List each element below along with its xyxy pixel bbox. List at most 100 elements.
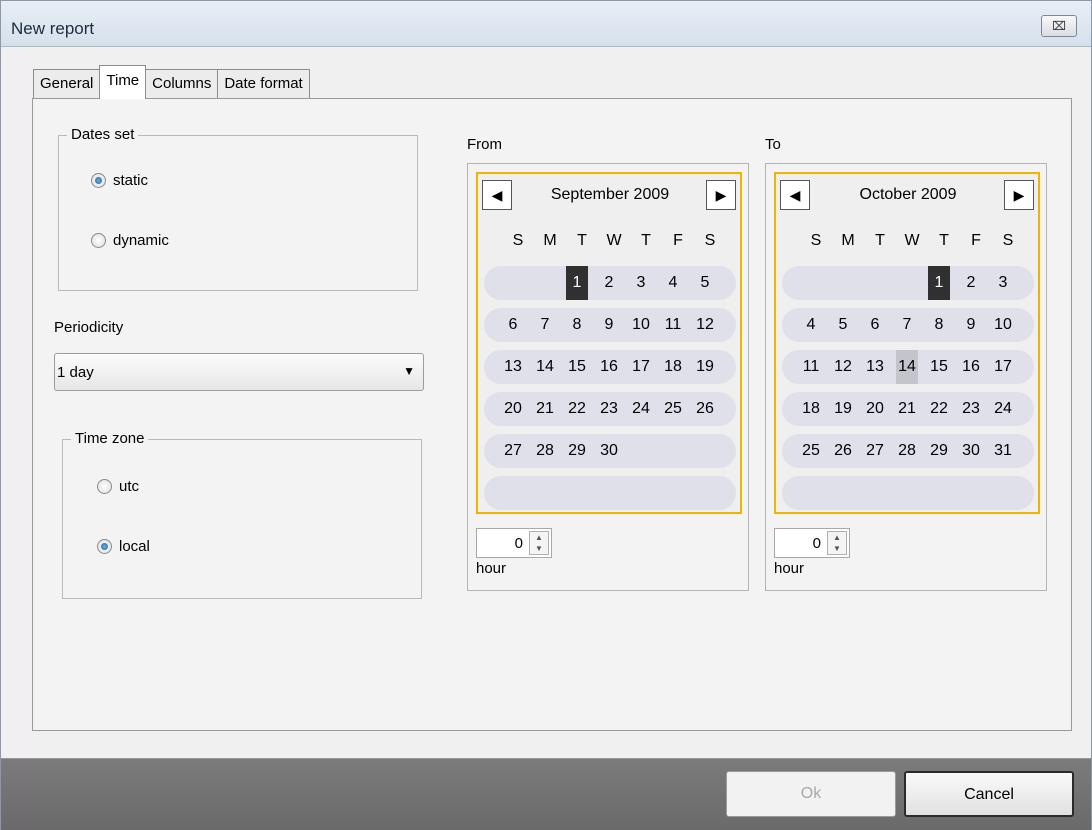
radio-static[interactable]: static: [91, 172, 148, 189]
next-month-icon[interactable]: ▶: [1004, 180, 1034, 210]
calendar-day[interactable]: 1: [566, 266, 588, 300]
weekday-label: S: [512, 232, 524, 249]
calendar-day[interactable]: 29: [561, 434, 593, 468]
calendar-day[interactable]: 13: [859, 350, 891, 384]
calendar-day: [923, 476, 955, 510]
weekday-label: S: [704, 232, 716, 249]
calendar-day[interactable]: 11: [795, 350, 827, 384]
calendar-day[interactable]: 4: [657, 266, 689, 300]
radio-local[interactable]: local: [97, 538, 150, 555]
calendar-day[interactable]: 22: [923, 392, 955, 426]
calendar-day[interactable]: 21: [529, 392, 561, 426]
to-month-title: October 2009: [859, 186, 957, 203]
to-hour-label: hour: [774, 560, 805, 577]
calendar-day[interactable]: 10: [625, 308, 657, 342]
from-hour-spinner[interactable]: 0 ▲ ▼: [476, 528, 552, 558]
calendar-day[interactable]: 17: [987, 350, 1019, 384]
calendar-day[interactable]: 26: [827, 434, 859, 468]
radio-button-selected-icon[interactable]: [97, 539, 112, 554]
calendar-day[interactable]: 27: [497, 434, 529, 468]
calendar-day[interactable]: 28: [529, 434, 561, 468]
calendar-day[interactable]: 24: [625, 392, 657, 426]
calendar-day[interactable]: 4: [795, 308, 827, 342]
calendar-day[interactable]: 20: [859, 392, 891, 426]
radio-dynamic[interactable]: dynamic: [91, 232, 169, 249]
calendar-day: [955, 476, 987, 510]
calendar-day[interactable]: 22: [561, 392, 593, 426]
calendar-day[interactable]: 2: [955, 266, 987, 300]
calendar-day[interactable]: 9: [955, 308, 987, 342]
calendar-day[interactable]: 30: [593, 434, 625, 468]
weekday-label: T: [641, 232, 651, 249]
weekday-label: T: [939, 232, 949, 249]
tab-date-format[interactable]: Date format: [217, 69, 310, 99]
calendar-day[interactable]: 9: [593, 308, 625, 342]
calendar-day[interactable]: 1: [928, 266, 950, 300]
calendar-day[interactable]: 14: [529, 350, 561, 384]
calendar-day[interactable]: 12: [689, 308, 721, 342]
prev-month-icon[interactable]: ◀: [780, 180, 810, 210]
calendar-day[interactable]: 16: [955, 350, 987, 384]
prev-month-icon[interactable]: ◀: [482, 180, 512, 210]
calendar-day: [891, 476, 923, 510]
calendar-day[interactable]: 18: [657, 350, 689, 384]
calendar-day[interactable]: 21: [891, 392, 923, 426]
tab-general[interactable]: General: [33, 69, 101, 99]
to-calendar-frame: ◀ October 2009 ▶ S M T W T F S 123456789…: [765, 163, 1047, 591]
ok-button[interactable]: Ok: [726, 771, 896, 817]
calendar-day[interactable]: 19: [827, 392, 859, 426]
calendar-day[interactable]: 29: [923, 434, 955, 468]
calendar-day: [859, 476, 891, 510]
time-tab-panel: Dates set static dynamic Periodicity 1 d…: [32, 98, 1072, 731]
to-hour-spinner[interactable]: 0 ▲ ▼: [774, 528, 850, 558]
calendar-day[interactable]: 25: [657, 392, 689, 426]
spin-arrows-icon[interactable]: ▲ ▼: [827, 531, 847, 555]
radio-local-label: local: [119, 538, 150, 555]
calendar-day[interactable]: 20: [497, 392, 529, 426]
calendar-day[interactable]: 19: [689, 350, 721, 384]
calendar-day[interactable]: 3: [625, 266, 657, 300]
calendar-day[interactable]: 23: [593, 392, 625, 426]
calendar-day[interactable]: 8: [923, 308, 955, 342]
calendar-day[interactable]: 16: [593, 350, 625, 384]
calendar-day[interactable]: 10: [987, 308, 1019, 342]
calendar-day[interactable]: 27: [859, 434, 891, 468]
calendar-day[interactable]: 2: [593, 266, 625, 300]
calendar-day[interactable]: 17: [625, 350, 657, 384]
calendar-day[interactable]: 14: [896, 350, 918, 384]
cancel-button[interactable]: Cancel: [904, 771, 1074, 817]
calendar-day[interactable]: 6: [497, 308, 529, 342]
radio-button-icon[interactable]: [97, 479, 112, 494]
calendar-day[interactable]: 13: [497, 350, 529, 384]
calendar-day[interactable]: 15: [561, 350, 593, 384]
tab-columns[interactable]: Columns: [145, 69, 219, 99]
calendar-day[interactable]: 24: [987, 392, 1019, 426]
calendar-day[interactable]: 7: [529, 308, 561, 342]
next-month-icon[interactable]: ▶: [706, 180, 736, 210]
periodicity-select[interactable]: 1 day ▼: [54, 353, 424, 391]
calendar-day[interactable]: 12: [827, 350, 859, 384]
calendar-day[interactable]: 7: [891, 308, 923, 342]
week-days: 4 5 6 7 8 9 10: [795, 308, 1019, 342]
calendar-day[interactable]: 18: [795, 392, 827, 426]
calendar-day[interactable]: 28: [891, 434, 923, 468]
calendar-day[interactable]: 25: [795, 434, 827, 468]
spin-arrows-icon[interactable]: ▲ ▼: [529, 531, 549, 555]
radio-utc[interactable]: utc: [97, 478, 139, 495]
calendar-day[interactable]: 23: [955, 392, 987, 426]
calendar-day[interactable]: 15: [923, 350, 955, 384]
calendar-day[interactable]: 11: [657, 308, 689, 342]
calendar-day[interactable]: 5: [689, 266, 721, 300]
calendar-day[interactable]: 3: [987, 266, 1019, 300]
close-button[interactable]: ⌧: [1041, 15, 1077, 37]
calendar-day[interactable]: 31: [987, 434, 1019, 468]
calendar-day[interactable]: 5: [827, 308, 859, 342]
calendar-day[interactable]: 30: [955, 434, 987, 468]
calendar-day[interactable]: 8: [561, 308, 593, 342]
calendar-day[interactable]: 6: [859, 308, 891, 342]
radio-static-label: static: [113, 172, 149, 189]
radio-button-icon[interactable]: [91, 233, 106, 248]
calendar-day[interactable]: 26: [689, 392, 721, 426]
radio-button-selected-icon[interactable]: [91, 173, 106, 188]
tab-time[interactable]: Time: [99, 65, 147, 99]
